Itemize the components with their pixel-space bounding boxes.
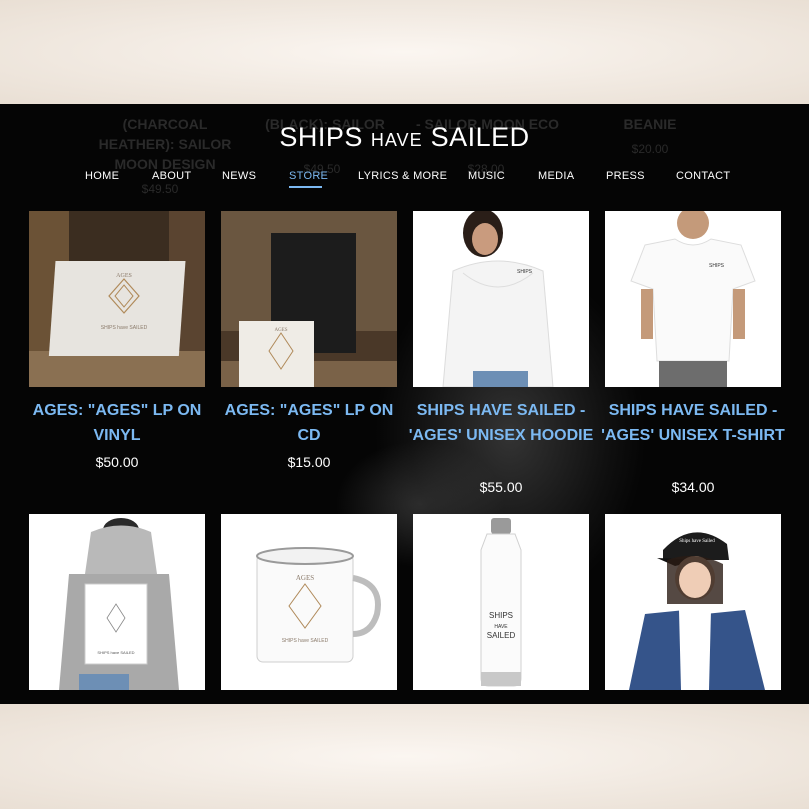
tshirt-print-text: SHIPS	[709, 263, 725, 269]
nav-lyrics-more[interactable]: LYRICS & MORE	[358, 170, 447, 182]
product-card-tshirt[interactable]: SHIPS	[605, 211, 781, 387]
nav-music[interactable]: MUSIC	[468, 170, 505, 182]
site-title[interactable]: SHIPS HAVE SAILED	[0, 122, 809, 153]
hat-text: Ships have Sailed	[679, 539, 715, 544]
product-card-drawstring-bag[interactable]: SHIPS have SAILED	[29, 514, 205, 690]
nav-press[interactable]: PRESS	[606, 170, 645, 182]
product-price-vinyl: $50.00	[95, 454, 139, 470]
hoodie-photo: SHIPS	[413, 211, 589, 387]
cd-photo: AGES	[221, 211, 397, 387]
product-card-water-bottle[interactable]: SHIPS HAVE SAILED	[413, 514, 589, 690]
bottle-text-2: HAVE	[494, 624, 508, 630]
site-title-ships: SHIPS	[279, 122, 363, 152]
site-title-sailed: SAILED	[430, 122, 530, 152]
product-card-hoodie[interactable]: SHIPS	[413, 211, 589, 387]
product-title-hoodie[interactable]: SHIPS HAVE SAILED - 'AGES' UNISEX HOODIE	[406, 398, 596, 448]
mug-album-text: AGES	[296, 574, 314, 582]
product-title-tshirt[interactable]: SHIPS HAVE SAILED - 'AGES' UNISEX T-SHIR…	[598, 398, 788, 448]
product-title-vinyl[interactable]: AGES: "AGES" LP ON VINYL	[22, 398, 212, 448]
mug-band-text: SHIPS have SAILED	[282, 638, 329, 644]
enamel-mug-photo: AGES SHIPS have SAILED	[221, 514, 397, 690]
product-price-tshirt: $34.00	[671, 479, 715, 495]
store-page: (CHARCOAL HEATHER): SAILOR MOON DESIGN $…	[0, 104, 809, 704]
vinyl-album-text: AGES	[116, 273, 132, 279]
site-title-have: HAVE	[370, 130, 423, 150]
bottle-text-3: SAILED	[487, 631, 516, 640]
tshirt-photo: SHIPS	[605, 211, 781, 387]
nav-active-underline	[289, 186, 322, 188]
product-card-cd[interactable]: AGES	[221, 211, 397, 387]
cd-album-text: AGES	[274, 328, 287, 333]
dad-hat-photo: Ships have Sailed	[605, 514, 781, 690]
water-bottle-photo: SHIPS HAVE SAILED	[413, 514, 589, 690]
photo-frame-bottom	[0, 704, 809, 809]
main-nav: HOME ABOUT NEWS STORE LYRICS & MORE MUSI…	[0, 170, 809, 190]
product-price-hoodie: $55.00	[479, 479, 523, 495]
hoodie-print-text: SHIPS	[517, 269, 533, 275]
bottle-text-1: SHIPS	[489, 611, 513, 620]
nav-home[interactable]: HOME	[85, 170, 119, 182]
vinyl-lp-photo: AGES SHIPS have SAILED	[29, 211, 205, 387]
product-card-mug[interactable]: AGES SHIPS have SAILED	[221, 514, 397, 690]
vinyl-band-text: SHIPS have SAILED	[101, 325, 148, 331]
drawstring-bag-photo: SHIPS have SAILED	[29, 514, 205, 690]
nav-contact[interactable]: CONTACT	[676, 170, 730, 182]
nav-media[interactable]: MEDIA	[538, 170, 574, 182]
nav-store[interactable]: STORE	[289, 170, 328, 182]
product-price-cd: $15.00	[287, 454, 331, 470]
product-title-cd[interactable]: AGES: "AGES" LP ON CD	[214, 398, 404, 448]
nav-news[interactable]: NEWS	[222, 170, 256, 182]
product-card-hat[interactable]: Ships have Sailed	[605, 514, 781, 690]
bag-band-text: SHIPS have SAILED	[97, 650, 134, 655]
product-card-vinyl[interactable]: AGES SHIPS have SAILED	[29, 211, 205, 387]
photo-frame-top	[0, 0, 809, 104]
nav-about[interactable]: ABOUT	[152, 170, 191, 182]
